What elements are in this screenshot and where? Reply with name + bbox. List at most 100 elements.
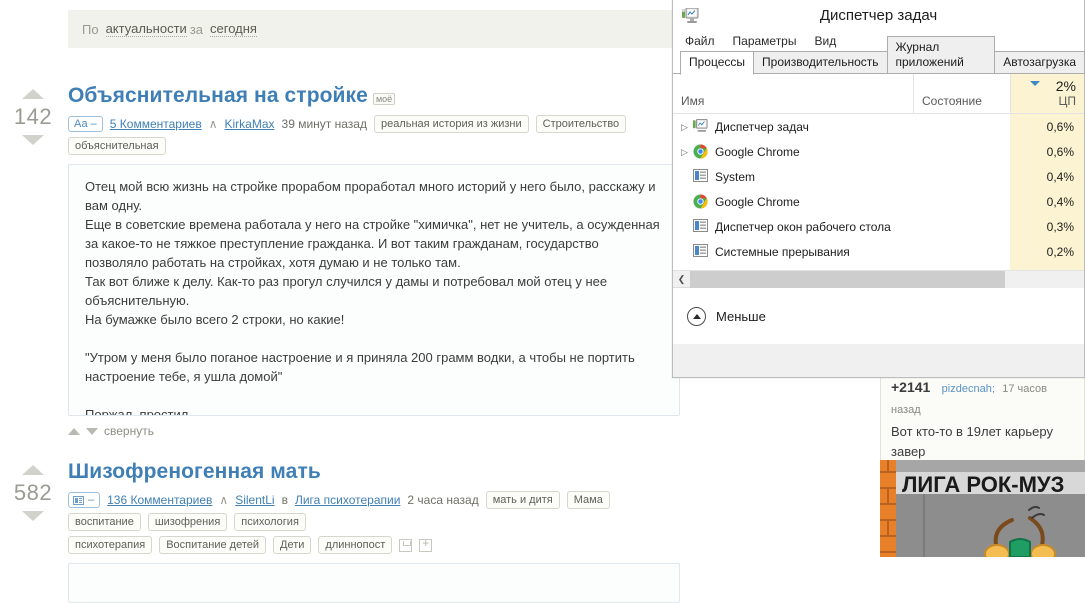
author-icon: ∧: [219, 493, 229, 507]
post-title[interactable]: Объяснительная на стройке: [68, 84, 368, 107]
column-header-state[interactable]: Состояние: [913, 73, 1010, 113]
post-mine-badge: моё: [372, 92, 396, 105]
tab-processes[interactable]: Процессы: [680, 51, 755, 75]
post-title-row: Шизофреногенная мать: [68, 460, 680, 484]
process-row[interactable]: System 0,4%: [673, 164, 1084, 189]
post-tag[interactable]: Воспитание детей: [159, 536, 267, 554]
collapse-down-icon: [86, 427, 98, 435]
expand-arrow-icon[interactable]: ▷: [681, 121, 693, 133]
horizontal-scrollbar[interactable]: ❮: [673, 270, 1084, 288]
tab-app-history[interactable]: Журнал приложений: [886, 36, 996, 74]
rock-music-league-banner-icon: ЛИГА РОК-МУЗ: [880, 460, 1085, 557]
process-cpu-cell: 0,4%: [1010, 189, 1084, 214]
process-row[interactable]: Диспетчер окон рабочего стола 0,3%: [673, 214, 1084, 239]
post-body-line: Еще в советские времена работала у него …: [85, 217, 660, 270]
post-tag[interactable]: длиннопост: [318, 536, 393, 554]
sidebar-comment-score: +2141: [891, 379, 931, 395]
post-type-button[interactable]: –: [68, 492, 101, 508]
post-comments-link[interactable]: 5 Комментариев: [110, 117, 202, 131]
post-tag[interactable]: шизофрения: [147, 513, 228, 531]
post-tag[interactable]: объяснительная: [68, 137, 166, 155]
chevron-up-icon[interactable]: [687, 306, 706, 326]
post-meta: – 136 Комментариев ∧ SilentLi в Лига пси…: [68, 491, 680, 531]
process-row[interactable]: ▷ Google Chrome 0,6%: [673, 139, 1084, 164]
process-name: System: [715, 169, 756, 184]
monitor-chart-icon: [693, 118, 708, 134]
process-cpu-cell: 0,6%: [1010, 139, 1084, 164]
post-title-row: Объяснительная на стройке моё: [68, 84, 680, 108]
post-tag[interactable]: психотерапия: [68, 536, 153, 554]
process-name: Google Chrome: [715, 144, 800, 159]
sidebar-comment-line: Вот кто-то в 19лет карьеру завер: [891, 424, 1053, 459]
post-tag[interactable]: мать и дитя: [485, 491, 560, 509]
column-header-cpu[interactable]: 2% ЦП: [1010, 73, 1084, 113]
post-tag[interactable]: воспитание: [68, 513, 141, 531]
window-title: Диспетчер задач: [819, 6, 938, 24]
expand-arrow-icon[interactable]: ▷: [681, 146, 693, 158]
post-author-link[interactable]: KirkaMax: [225, 117, 275, 131]
process-name-cell: ▷ Диспетчер задач: [673, 118, 913, 134]
column-header-name[interactable]: Имя: [673, 73, 913, 113]
fewer-details-button[interactable]: Меньше: [716, 309, 766, 324]
post-tag[interactable]: Мама: [566, 491, 610, 509]
title-bar[interactable]: Диспетчер задач: [673, 0, 1084, 30]
post-comments-link[interactable]: 136 Комментариев: [107, 493, 212, 507]
post-body: Отец мой всю жизнь на стройке прорабом п…: [68, 164, 680, 416]
text-size-button[interactable]: Аа –: [68, 116, 103, 132]
post-time: 39 минут назад: [281, 117, 367, 131]
process-name-cell: ▷ Google Chrome: [673, 144, 913, 159]
tab-performance[interactable]: Производительность: [753, 51, 888, 74]
cpu-column-label: ЦП: [1058, 94, 1076, 108]
downvote-arrow-icon[interactable]: [22, 135, 44, 145]
chrome-icon: [693, 144, 708, 159]
menu-item-view[interactable]: Вид: [814, 34, 836, 48]
post-author-link[interactable]: SilentLi: [235, 493, 274, 507]
post-community-link[interactable]: Лига психотерапии: [295, 493, 400, 507]
post-collapse-button[interactable]: свернуть: [68, 424, 680, 438]
save-post-icon[interactable]: [399, 538, 413, 552]
task-manager-window[interactable]: Диспетчер задач Файл Параметры Вид Проце…: [672, 0, 1085, 378]
sort-descending-icon: [1030, 81, 1040, 86]
collapse-up-icon: [68, 427, 80, 435]
sort-prefix-label: По: [82, 21, 99, 37]
scroll-left-icon[interactable]: ❮: [673, 274, 690, 285]
process-row[interactable]: Системные прерывания 0,2%: [673, 239, 1084, 264]
sort-mode-link[interactable]: актуальности: [105, 21, 187, 37]
post-tag[interactable]: Дети: [273, 536, 312, 554]
scrollbar-track[interactable]: [690, 270, 1084, 288]
monitor-chart-icon: [682, 7, 699, 23]
post-body-line: Так вот ближе к делу. Как-то раз прогул …: [85, 274, 608, 308]
post-body-spacer: [85, 329, 663, 348]
sort-period-link[interactable]: сегодня: [210, 21, 257, 37]
process-name: Диспетчер окон рабочего стола: [715, 219, 891, 234]
process-name-cell: System: [673, 169, 913, 184]
sort-middle-label: за: [189, 21, 204, 37]
process-cpu-cell: 0,3%: [1010, 214, 1084, 239]
post-body-line: На бумажке было всего 2 строки, но какие…: [85, 312, 345, 327]
vote-widget: 582: [8, 460, 58, 526]
add-tag-icon[interactable]: [419, 537, 433, 552]
process-cpu-cell: 0,4%: [1010, 164, 1084, 189]
downvote-arrow-icon[interactable]: [22, 511, 44, 521]
process-name-cell: Google Chrome: [673, 194, 913, 209]
window-icon: [693, 219, 708, 234]
sidebar-comment-author[interactable]: pizdecnah;: [942, 383, 995, 395]
svg-text:ЛИГА РОК-МУЗ: ЛИГА РОК-МУЗ: [902, 472, 1064, 497]
upvote-arrow-icon[interactable]: [22, 465, 44, 475]
process-name: Диспетчер задач: [715, 119, 809, 134]
menu-item-file[interactable]: Файл: [685, 34, 715, 48]
process-row[interactable]: Google Chrome 0,4%: [673, 189, 1084, 214]
upvote-arrow-icon[interactable]: [22, 89, 44, 99]
sidebar-post-image[interactable]: ЛИГА РОК-МУЗ: [880, 460, 1085, 557]
post-tag[interactable]: Строительство: [535, 115, 627, 133]
post-title[interactable]: Шизофреногенная мать: [68, 460, 321, 483]
process-name-cell: Диспетчер окон рабочего стола: [673, 219, 913, 234]
menu-item-options[interactable]: Параметры: [733, 34, 797, 48]
footer-bar: Меньше: [673, 287, 1084, 344]
post-tag[interactable]: реальная история из жизни: [373, 115, 529, 133]
process-row[interactable]: ▷ Диспетчер задач 0,6%: [673, 114, 1084, 139]
in-label: в: [281, 493, 288, 507]
tab-startup[interactable]: Автозагрузка: [994, 51, 1085, 74]
post-tag[interactable]: психология: [234, 513, 306, 531]
scrollbar-thumb[interactable]: [690, 270, 1006, 288]
